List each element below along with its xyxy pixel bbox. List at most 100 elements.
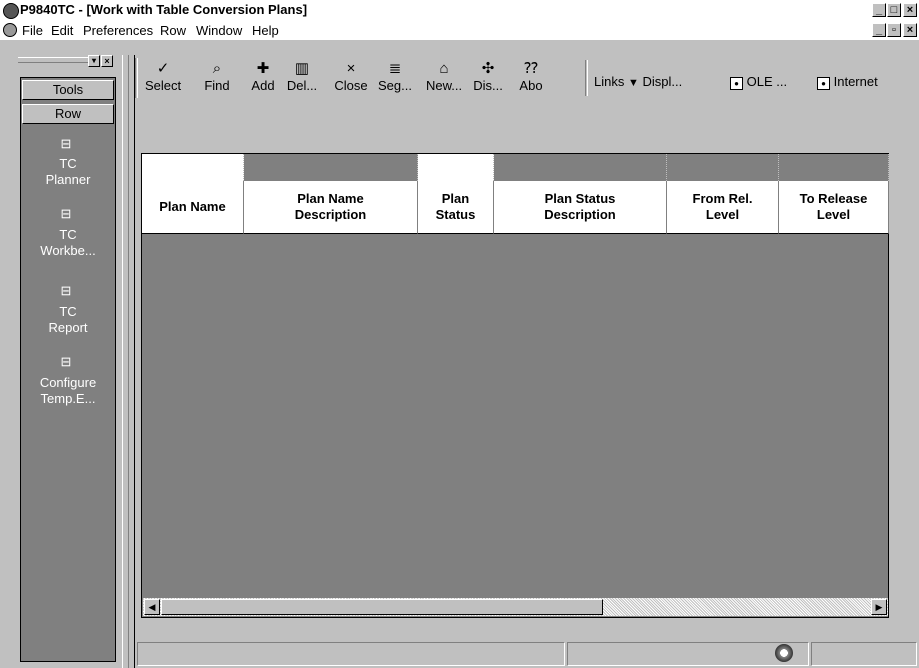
configure-temp-line2: Temp.E... <box>40 391 96 406</box>
pane-dropdown-icon[interactable]: ▾ <box>88 55 100 67</box>
column-header-to-release-level[interactable]: To Release Level <box>779 181 889 234</box>
document-icon[interactable] <box>3 23 17 37</box>
mdi-close-button[interactable]: × <box>903 23 917 37</box>
tools-header[interactable]: Tools <box>22 80 114 100</box>
mdi-restore-button[interactable]: ▫ <box>887 23 901 37</box>
link-icon: ● <box>730 77 743 90</box>
menu-edit[interactable]: Edit <box>51 23 73 38</box>
display-label: Dis... <box>473 78 503 93</box>
column-header-plan-name-description[interactable]: Plan Name Description <box>244 181 418 234</box>
row-header[interactable]: Row <box>22 104 114 124</box>
header-line2: Description <box>544 207 616 222</box>
help-icon: ⁇ <box>524 60 538 77</box>
qbe-plan-name-description[interactable] <box>244 154 418 181</box>
menu-window[interactable]: Window <box>196 23 242 38</box>
tc-report-item[interactable]: TC Report <box>20 304 116 336</box>
find-label: Find <box>204 78 230 93</box>
maximize-button[interactable]: □ <box>887 3 901 17</box>
menu-file[interactable]: File <box>22 23 43 38</box>
tc-planner-item[interactable]: TC Planner <box>20 156 116 188</box>
form-exit-icon[interactable]: ⊟ <box>59 207 73 221</box>
add-icon: ✚ <box>256 60 270 77</box>
qbe-plan-status-description[interactable] <box>494 154 667 181</box>
globe-icon <box>775 644 793 662</box>
scroll-thumb[interactable] <box>161 599 603 615</box>
delete-label: Del... <box>286 78 318 93</box>
tc-workbench-line1: TC <box>59 227 77 242</box>
toolbar-grip <box>135 58 138 98</box>
qbe-plan-status[interactable] <box>418 154 494 181</box>
scroll-right-button[interactable]: ▶ <box>871 599 887 615</box>
about-button[interactable]: ⁇ Abo <box>513 60 549 94</box>
display-button[interactable]: ✣ Dis... <box>470 60 506 94</box>
column-header-plan-name[interactable]: Plan Name <box>142 181 244 234</box>
qbe-to-release-level[interactable] <box>779 154 889 181</box>
column-header-plan-status[interactable]: Plan Status <box>418 181 494 234</box>
menu-preferences[interactable]: Preferences <box>83 23 153 38</box>
header-line2: Level <box>705 207 740 222</box>
close-label: Close <box>334 78 368 93</box>
find-icon: ⌕ <box>212 60 222 77</box>
links-menu[interactable]: Links ▼ Displ... <box>594 74 682 89</box>
document-icon: ≣ <box>388 60 402 77</box>
column-header-from-rel-level[interactable]: From Rel. Level <box>667 181 779 234</box>
select-button[interactable]: ✓ Select <box>145 60 181 94</box>
qbe-from-rel-level[interactable] <box>667 154 779 181</box>
internet-link[interactable]: ● Internet <box>817 74 878 90</box>
form-exit-icon[interactable]: ⊟ <box>59 355 73 369</box>
link-icon: ● <box>817 77 830 90</box>
status-cell-secondary <box>567 642 809 666</box>
configure-temp-item[interactable]: Configure Temp.E... <box>20 375 116 407</box>
header-line1: From Rel. <box>692 191 753 206</box>
form-exit-icon[interactable]: ⊟ <box>59 284 73 298</box>
links-label: Links <box>594 74 625 89</box>
configure-temp-line1: Configure <box>39 375 97 390</box>
menu-row[interactable]: Row <box>160 23 186 38</box>
dropdown-arrow-icon: ▼ <box>627 77 639 89</box>
menu-help[interactable]: Help <box>252 23 279 38</box>
tc-planner-line1: TC <box>59 156 77 171</box>
qbe-plan-name[interactable] <box>142 154 244 181</box>
status-cell-tertiary <box>811 642 917 666</box>
scroll-left-button[interactable]: ◀ <box>144 599 160 615</box>
form-exit-icon[interactable]: ⊟ <box>59 137 73 151</box>
ole-link[interactable]: ● OLE ... <box>730 74 787 90</box>
tc-report-line1: TC <box>59 304 77 319</box>
status-cell-main <box>137 642 565 666</box>
new-label: New... <box>426 78 463 93</box>
new-icon: ⌂ <box>439 60 449 77</box>
toolbar-separator <box>585 60 588 96</box>
select-label: Select <box>145 78 182 93</box>
tc-workbench-line2: Workbe... <box>40 243 96 258</box>
pane-splitter-edge[interactable] <box>128 55 135 668</box>
tc-workbench-item[interactable]: TC Workbe... <box>20 227 116 259</box>
seg-label: Seg... <box>378 78 412 93</box>
new-button[interactable]: ⌂ New... <box>426 60 462 94</box>
mdi-minimize-button[interactable]: _ <box>872 23 886 37</box>
ole-label: OLE ... <box>746 74 788 89</box>
close-button[interactable]: × Close <box>330 60 372 94</box>
header-line1: Plan Name <box>159 199 226 214</box>
header-line1: To Release <box>799 191 868 206</box>
find-button[interactable]: ⌕ Find <box>199 60 235 94</box>
add-label: Add <box>251 78 275 93</box>
seg-button[interactable]: ≣ Seg... <box>377 60 413 94</box>
close-window-button[interactable]: × <box>903 3 917 17</box>
column-header-plan-status-description[interactable]: Plan Status Description <box>494 181 667 234</box>
tc-planner-line2: Planner <box>45 172 91 187</box>
header-line1: Plan <box>441 191 470 206</box>
about-label: Abo <box>519 78 543 93</box>
app-icon[interactable] <box>3 3 19 19</box>
title-bar: P9840TC - [Work with Table Conversion Pl… <box>0 0 919 20</box>
header-line1: Plan Name <box>297 191 364 206</box>
pane-grip[interactable] <box>18 57 88 63</box>
delete-button[interactable]: ▥ Del... <box>284 60 320 94</box>
internet-label: Internet <box>833 74 878 89</box>
minimize-button[interactable]: _ <box>872 3 886 17</box>
tc-report-line2: Report <box>48 320 88 335</box>
add-button[interactable]: ✚ Add <box>245 60 281 94</box>
close-icon: × <box>346 60 356 77</box>
window-title: P9840TC - [Work with Table Conversion Pl… <box>20 2 308 17</box>
pane-close-icon[interactable]: × <box>101 55 113 67</box>
check-icon: ✓ <box>156 60 170 77</box>
